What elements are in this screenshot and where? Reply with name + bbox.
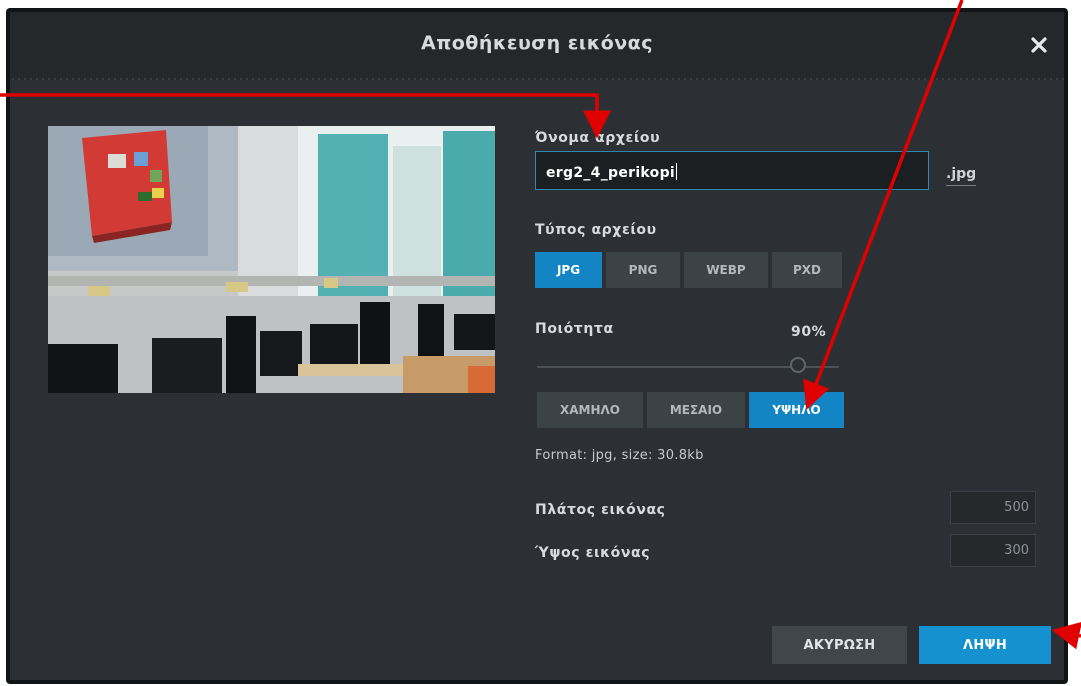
cancel-button[interactable]: ΑΚΥΡΩΣΗ [772, 626, 907, 664]
filename-value: erg2_4_perikopi [546, 165, 675, 181]
width-input[interactable]: 500 [950, 491, 1036, 524]
quality-label: Ποιότητα [535, 321, 614, 337]
dialog-title: Αποθήκευση εικόνας [421, 32, 653, 54]
quality-slider-handle[interactable] [790, 357, 806, 373]
dialog-titlebar: Αποθήκευση εικόνας [10, 12, 1064, 80]
titlebar-divider [10, 76, 1064, 82]
image-preview [48, 126, 495, 393]
close-icon[interactable] [1028, 34, 1050, 56]
format-info: Format: jpg, size: 30.8kb [535, 448, 704, 463]
width-label: Πλάτος εικόνας [535, 502, 666, 518]
height-label: Ύψος εικόνας [535, 545, 651, 561]
file-extension: .jpg [946, 166, 977, 186]
filename-label: Όνομα αρχείου [535, 130, 661, 146]
filetype-pxd-button[interactable]: PXD [772, 252, 842, 288]
quality-value: 90% [791, 324, 827, 340]
quality-medium-button[interactable]: ΜΕΣΑΙΟ [647, 392, 745, 428]
save-image-dialog: Αποθήκευση εικόνας Όνομα αρχείου erg2_4_… [6, 8, 1068, 684]
quality-low-button[interactable]: ΧΑΜΗΛΟ [537, 392, 643, 428]
filetype-jpg-button[interactable]: JPG [535, 252, 602, 288]
filetype-webp-button[interactable]: WEBP [684, 252, 768, 288]
height-input[interactable]: 300 [950, 534, 1036, 567]
quality-high-button[interactable]: ΥΨΗΛΟ [749, 392, 844, 428]
text-cursor [676, 163, 677, 180]
filename-input[interactable]: erg2_4_perikopi [535, 151, 929, 190]
filetype-png-button[interactable]: PNG [606, 252, 680, 288]
download-button[interactable]: ΛΗΨΗ [919, 626, 1051, 664]
filetype-label: Τύπος αρχείου [535, 222, 657, 238]
